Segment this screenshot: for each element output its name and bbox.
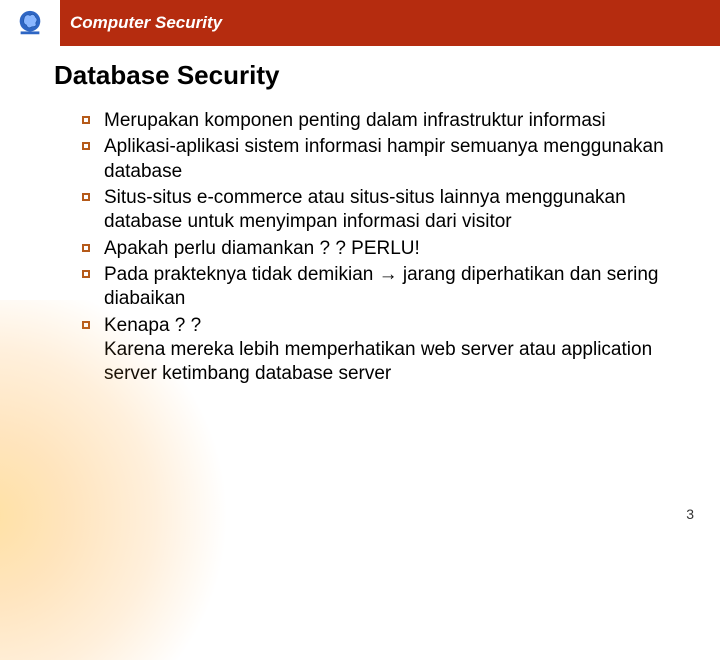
bullet-square-icon [82, 142, 90, 150]
bullet-list: Merupakan komponen penting dalam infrast… [82, 109, 680, 386]
slide-title: Database Security [54, 60, 720, 91]
list-item: Merupakan komponen penting dalam infrast… [82, 109, 680, 133]
bullet-square-icon [82, 244, 90, 252]
bullet-text: Aplikasi-aplikasi sistem informasi hampi… [104, 135, 680, 184]
list-item: Pada prakteknya tidak demikian → jarang … [82, 263, 680, 312]
bullet-square-icon [82, 193, 90, 201]
bullet-text: Apakah perlu diamankan ? ? PERLU! [104, 237, 420, 261]
bullet-text: Situs-situs e-commerce atau situs-situs … [104, 186, 680, 235]
bullet-square-icon [82, 270, 90, 278]
bullet-text: Pada prakteknya tidak demikian → jarang … [104, 263, 680, 312]
header-bar: Computer Security [0, 0, 720, 46]
list-item: Kenapa ? ?Karena mereka lebih memperhati… [82, 314, 680, 387]
bullet-text: Merupakan komponen penting dalam infrast… [104, 109, 606, 133]
page-number: 3 [686, 506, 694, 522]
header-course-title: Computer Security [70, 13, 222, 33]
brain-logo-icon [15, 8, 45, 38]
list-item: Aplikasi-aplikasi sistem informasi hampi… [82, 135, 680, 184]
logo-container [0, 0, 60, 46]
bullet-square-icon [82, 321, 90, 329]
list-item: Apakah perlu diamankan ? ? PERLU! [82, 237, 680, 261]
bullet-text: Kenapa ? ?Karena mereka lebih memperhati… [104, 314, 680, 387]
list-item: Situs-situs e-commerce atau situs-situs … [82, 186, 680, 235]
bullet-square-icon [82, 116, 90, 124]
